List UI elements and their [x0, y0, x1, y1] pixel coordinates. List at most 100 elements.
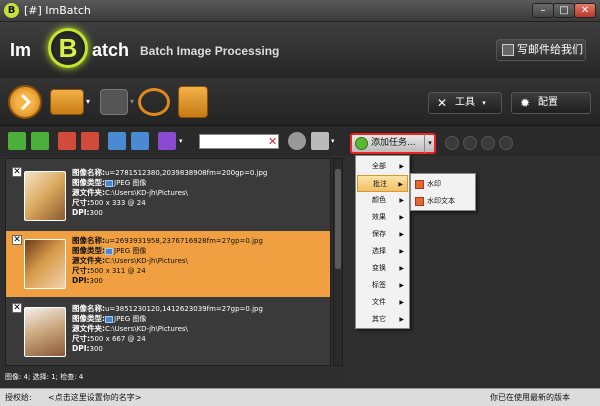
clear-search-icon[interactable]: ✕: [268, 135, 277, 148]
image-list-toolbar: ▾ ✕ ▾: [0, 126, 345, 156]
menu-item-transform[interactable]: 变换 ▶: [357, 260, 408, 277]
task-disabled-icon: [481, 136, 495, 150]
status-bar: 授权给: <点击这里设置你的名字> 你已在使用最新的版本: [0, 388, 600, 406]
submenu-arrow-icon: ▶: [399, 214, 404, 221]
watermark-icon: [415, 180, 424, 189]
search-input[interactable]: [199, 134, 279, 149]
maximize-button[interactable]: □: [553, 3, 575, 18]
add-task-icon: [355, 137, 368, 150]
image-list: ✕ 图像名称:u=2781512380,2039838908fm=200gp=0…: [5, 158, 331, 366]
menu-item-color[interactable]: 颜色 ▶: [357, 192, 408, 209]
submenu-arrow-icon: ▶: [398, 181, 403, 188]
menu-item-effect[interactable]: 效果 ▶: [357, 209, 408, 226]
app-window: B [#] ImBatch – □ ✕ Im B atch Batch Imag…: [0, 0, 600, 406]
tools-button[interactable]: ✕ 工具 ▾: [428, 92, 502, 114]
auth-name-link[interactable]: <点击这里设置你的名字>: [48, 392, 141, 403]
select-dropdown-icon[interactable]: ▾: [179, 132, 189, 150]
submenu-item-watermark-text[interactable]: 水印文本: [412, 193, 474, 210]
app-icon: B: [4, 3, 19, 18]
run-arrow-icon[interactable]: [8, 85, 42, 119]
task-toolbar: 添加任务... ▾: [345, 126, 600, 156]
tools-label: 工具: [455, 97, 475, 108]
remove-image-icon[interactable]: [58, 132, 76, 150]
image-info: 图像名称:u=2693931958,2376716928fm=27gp=0.jp…: [72, 236, 263, 285]
close-button[interactable]: ✕: [574, 3, 596, 18]
main-toolbar: ▾ ▾ ✕ 工具 ▾ ✹ 配置: [0, 78, 600, 126]
add-task-dropdown-icon[interactable]: ▾: [424, 134, 435, 153]
menu-item-save[interactable]: 保存 ▶: [357, 226, 408, 243]
write-email-button[interactable]: 写邮件给我们: [496, 39, 586, 61]
image-thumbnail: [24, 239, 66, 289]
window-title: [#] ImBatch: [24, 4, 91, 17]
menu-item-select[interactable]: 选择 ▶: [357, 243, 408, 260]
task-disabled-icon: [463, 136, 477, 150]
view-mode-icon[interactable]: [311, 132, 329, 150]
list-item[interactable]: ✕ 图像名称:u=3851230120,1412623039fm=27gp=0.…: [6, 299, 330, 365]
gear-icon: ✹: [520, 96, 531, 110]
select-icon[interactable]: [158, 132, 176, 150]
image-thumbnail: [24, 307, 66, 357]
logo-text-atch: atch: [92, 40, 130, 60]
move-up-icon[interactable]: [108, 132, 126, 150]
annotation-submenu: 水印 水印文本: [410, 173, 476, 211]
menu-item-other[interactable]: 其它 ▶: [357, 311, 408, 328]
submenu-arrow-icon: ▶: [399, 163, 404, 170]
list-item[interactable]: ✕ 图像名称:u=2781512380,2039838908fm=200gp=0…: [6, 163, 330, 229]
image-list-scrollbar[interactable]: [333, 158, 343, 366]
title-bar: B [#] ImBatch – □ ✕: [0, 0, 600, 22]
add-task-button[interactable]: 添加任务... ▾: [350, 133, 436, 154]
version-status: 你已在使用最新的版本: [490, 393, 570, 402]
task-disabled-icon: [499, 136, 513, 150]
wrench-icon: ✕: [437, 96, 448, 110]
menu-item-annotation[interactable]: 批注 ▶: [357, 175, 408, 192]
move-down-icon[interactable]: [131, 132, 149, 150]
image-thumbnail: [24, 171, 66, 221]
eye-scan-icon[interactable]: [138, 88, 170, 116]
submenu-arrow-icon: ▶: [399, 248, 404, 255]
submenu-arrow-icon: ▶: [399, 316, 404, 323]
menu-item-all[interactable]: 全部 ▶: [357, 158, 408, 175]
submenu-arrow-icon: ▶: [399, 299, 404, 306]
jpeg-icon: [105, 315, 113, 323]
view-mode-dropdown-icon[interactable]: ▾: [331, 132, 341, 150]
task-disabled-icon: [445, 136, 459, 150]
menu-item-tag[interactable]: 标签 ▶: [357, 277, 408, 294]
submenu-arrow-icon: ▶: [399, 282, 404, 289]
auth-label: 授权给:: [5, 393, 32, 402]
item-checkbox[interactable]: ✕: [12, 167, 22, 177]
item-checkbox[interactable]: ✕: [12, 235, 22, 245]
add-folder-icon[interactable]: [31, 132, 49, 150]
menu-item-file[interactable]: 文件 ▶: [357, 294, 408, 311]
config-button[interactable]: ✹ 配置: [511, 92, 591, 114]
logo-b-icon: B: [48, 28, 88, 68]
scrollbar-thumb[interactable]: [335, 169, 341, 269]
open-folder-icon[interactable]: [50, 89, 84, 115]
image-list-panel: ▾ ✕ ▾ ✕ 图像名称:u=2781512380,2039838908fm=2…: [0, 126, 345, 388]
app-header: Im B atch Batch Image Processing 写邮件给我们: [0, 22, 600, 78]
jpeg-icon: [105, 179, 113, 187]
mail-icon: [502, 44, 514, 56]
submenu-item-watermark[interactable]: 水印: [412, 176, 474, 193]
jpeg-icon: [105, 247, 113, 255]
add-image-icon[interactable]: [8, 132, 26, 150]
config-label: 配置: [538, 97, 558, 108]
image-count-status: 图像: 4; 选择: 1; 检查: 4: [5, 373, 84, 381]
logo-text-im: Im: [10, 40, 32, 60]
submenu-arrow-icon: ▶: [399, 265, 404, 272]
write-email-label: 写邮件给我们: [517, 43, 583, 56]
preview-icon[interactable]: [288, 132, 306, 150]
add-task-label: 添加任务...: [371, 138, 416, 148]
list-item-selected[interactable]: ✕ 图像名称:u=2693931958,2376716928fm=27gp=0.…: [6, 231, 330, 297]
image-info: 图像名称:u=3851230120,1412623039fm=27gp=0.jp…: [72, 304, 263, 353]
item-checkbox[interactable]: ✕: [12, 303, 22, 313]
tools-dropdown-icon: ▾: [482, 99, 486, 107]
watermark-text-icon: [415, 197, 424, 206]
open-folder-dropdown-icon[interactable]: ▾: [86, 94, 96, 110]
submenu-arrow-icon: ▶: [399, 231, 404, 238]
save-disk-icon: [100, 89, 128, 115]
add-task-menu: 全部 ▶ 批注 ▶ 颜色 ▶ 效果 ▶ 保存 ▶ 选择 ▶ 变换 ▶ 标签 ▶ 文件 ▶ 其它 ▶: [355, 155, 410, 329]
logo-subtitle: Batch Image Processing: [140, 44, 280, 58]
minimize-button[interactable]: –: [532, 3, 554, 18]
remove-all-icon[interactable]: [81, 132, 99, 150]
bag-icon[interactable]: [178, 86, 208, 118]
